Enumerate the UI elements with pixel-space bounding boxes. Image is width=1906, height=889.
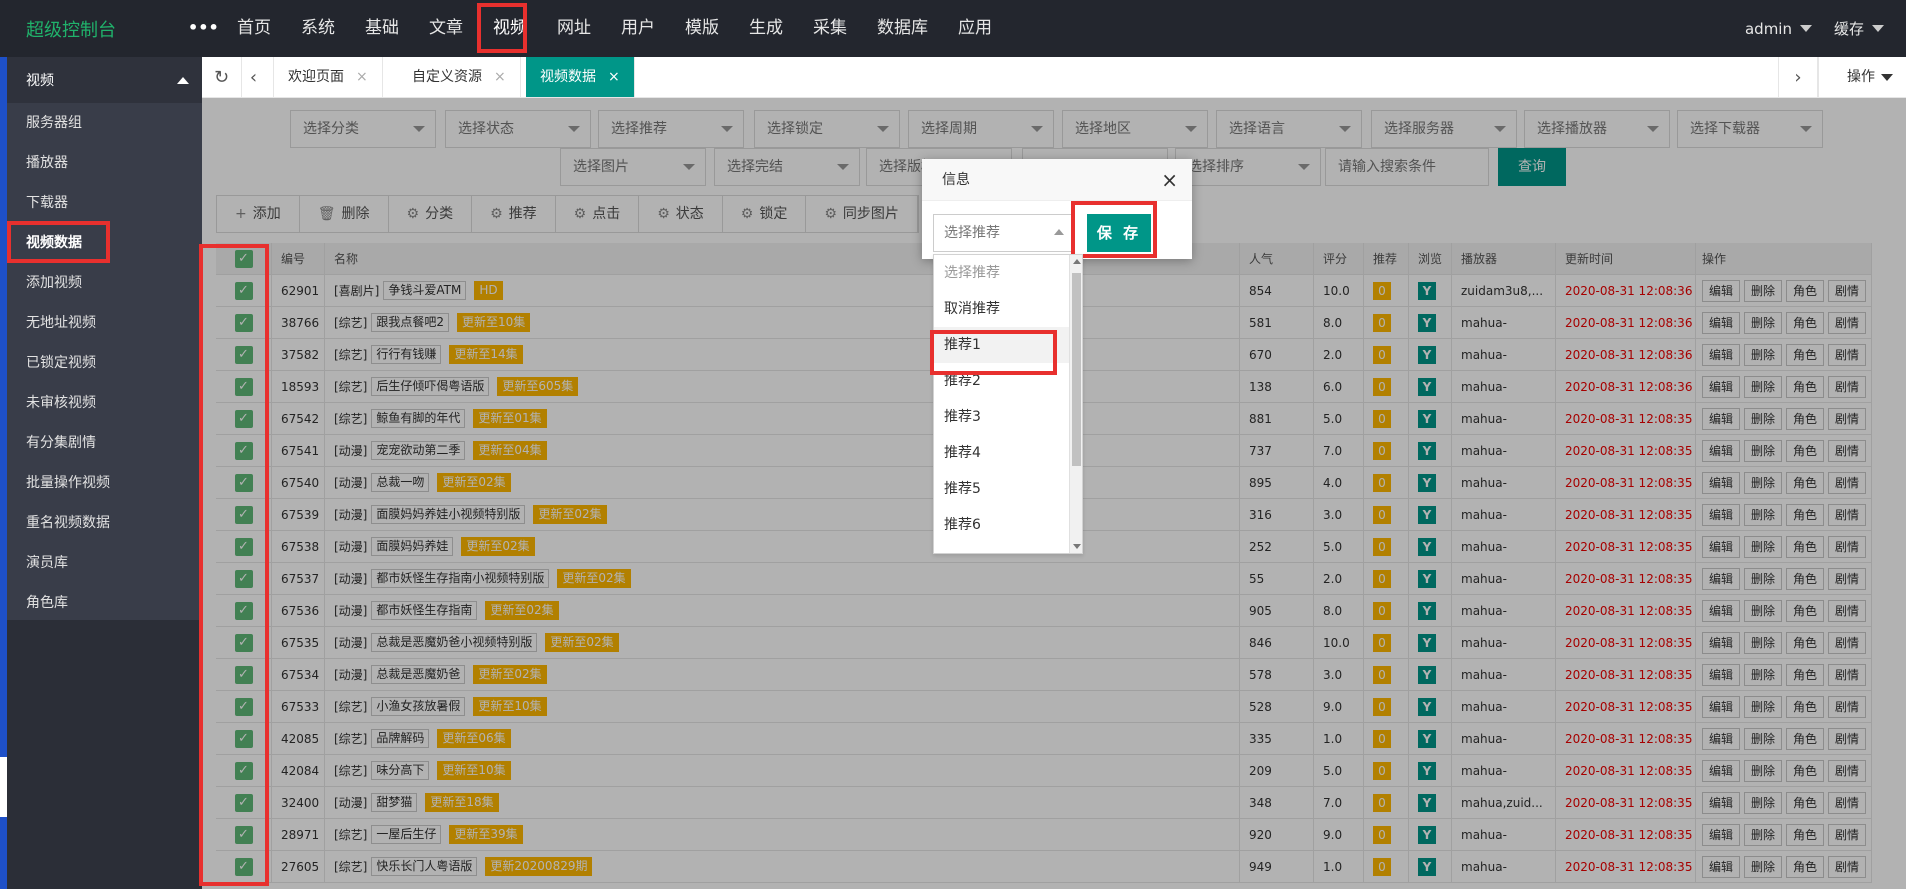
sidebar-item[interactable]: 服务器组 (7, 103, 202, 143)
tab-video-data[interactable]: 视频数据 × (526, 57, 635, 97)
tab-ops-menu[interactable]: 操作 (1818, 57, 1906, 97)
top-nav-bar: 超级控制台 ••• 首页 系统 基础 文章 视频 网址 用户 模版 生成 采集 数据库 应用 admi… (0, 0, 1906, 57)
sidebar-group-header[interactable]: 视频 (7, 57, 202, 103)
top-nav-item[interactable]: 基础 (350, 0, 414, 57)
top-nav-item[interactable]: 模版 (670, 0, 734, 57)
tab-prev-icon[interactable]: ‹ (234, 57, 274, 97)
sidebar-item[interactable]: 无地址视频 (7, 303, 202, 343)
highlight-checkbox-column (199, 244, 269, 886)
sidebar-item[interactable]: 批量操作视频 (7, 463, 202, 503)
top-nav-item[interactable]: 用户 (606, 0, 670, 57)
brand-title: 超级控制台 (26, 20, 116, 41)
cache-dropdown-icon[interactable] (1872, 25, 1884, 32)
sidebar-item[interactable]: 播放器 (7, 143, 202, 183)
top-nav-item[interactable]: 数据库 (862, 0, 943, 57)
window-edge (0, 57, 7, 889)
sidebar-item[interactable]: 有分集剧情 (7, 423, 202, 463)
highlight-sidebar-video-data (7, 221, 110, 263)
close-icon[interactable]: × (494, 69, 506, 85)
sidebar-item[interactable]: 已锁定视频 (7, 343, 202, 383)
dropdown-option[interactable]: 推荐6 (934, 507, 1082, 543)
close-icon[interactable]: × (608, 69, 620, 85)
scroll-down-icon[interactable] (1073, 544, 1081, 549)
top-nav-item[interactable]: 系统 (286, 0, 350, 57)
dropdown-option[interactable]: 推荐5 (934, 471, 1082, 507)
cache-menu[interactable]: 缓存 (1834, 18, 1864, 39)
sidebar-item[interactable]: 演员库 (7, 543, 202, 583)
top-nav-item[interactable]: 网址 (542, 0, 606, 57)
top-nav-item[interactable]: 文章 (414, 0, 478, 57)
recommend-dropdown: 选择推荐 取消推荐 推荐1 推荐2 推荐3 推荐4 推荐5 推荐6 (933, 254, 1083, 554)
sidebar-item[interactable]: 角色库 (7, 583, 202, 623)
tab-welcome[interactable]: 欢迎页面 × (274, 57, 383, 97)
highlight-recommend1-option (930, 330, 1057, 375)
top-nav-item[interactable]: 应用 (943, 0, 1007, 57)
dropdown-scrollbar[interactable] (1069, 255, 1082, 553)
sidebar-item[interactable]: 下载器 (7, 183, 202, 223)
more-menu-icon[interactable]: ••• (188, 18, 219, 37)
sidebar-group-title: 视频 (26, 73, 54, 89)
chevron-down-icon (1881, 73, 1893, 81)
dialog-title: 信息 (942, 172, 970, 188)
user-area: admin 缓存 (1745, 0, 1906, 57)
scroll-up-icon[interactable] (1073, 259, 1081, 264)
sidebar-menu: 服务器组 播放器 下载器 视频数据 添加视频 无地址视频 已锁定视频 未审核视频 有分集剧情 批量… (7, 103, 202, 623)
tab-next-icon[interactable]: › (1778, 57, 1818, 97)
dropdown-option[interactable]: 选择推荐 (934, 255, 1082, 291)
sidebar-item[interactable]: 重名视频数据 (7, 503, 202, 543)
close-icon[interactable]: × (356, 69, 368, 85)
top-nav: 首页 系统 基础 文章 视频 网址 用户 模版 生成 采集 数据库 应用 (222, 0, 1007, 57)
close-icon[interactable]: × (1161, 159, 1178, 201)
top-nav-item[interactable]: 采集 (798, 0, 862, 57)
highlight-top-nav-video (477, 3, 527, 53)
dropdown-option[interactable]: 推荐4 (934, 435, 1082, 471)
sidebar-footer (7, 620, 202, 889)
tab-custom-resource[interactable]: 自定义资源 × (398, 57, 521, 97)
user-name[interactable]: admin (1745, 20, 1792, 38)
dropdown-option[interactable]: 取消推荐 (934, 291, 1082, 327)
collapse-icon[interactable] (177, 76, 189, 84)
user-dropdown-icon[interactable] (1799, 25, 1812, 32)
tab-bar: ↻ ‹ 欢迎页面 × 自定义资源 × 视频数据 × › 操作 (202, 57, 1906, 98)
scroll-thumb[interactable] (1072, 273, 1081, 466)
chevron-up-icon (1054, 229, 1064, 235)
highlight-save-button (1071, 201, 1157, 258)
sidebar: 视频 服务器组 播放器 下载器 视频数据 添加视频 无地址视频 已锁定视频 未审核视频 有分集剧… (7, 57, 202, 889)
sidebar-item[interactable]: 添加视频 (7, 263, 202, 303)
top-nav-item[interactable]: 生成 (734, 0, 798, 57)
sidebar-item[interactable]: 未审核视频 (7, 383, 202, 423)
dropdown-option[interactable]: 推荐3 (934, 399, 1082, 435)
recommend-select[interactable]: 选择推荐 (933, 214, 1073, 252)
top-nav-item[interactable]: 首页 (222, 0, 286, 57)
